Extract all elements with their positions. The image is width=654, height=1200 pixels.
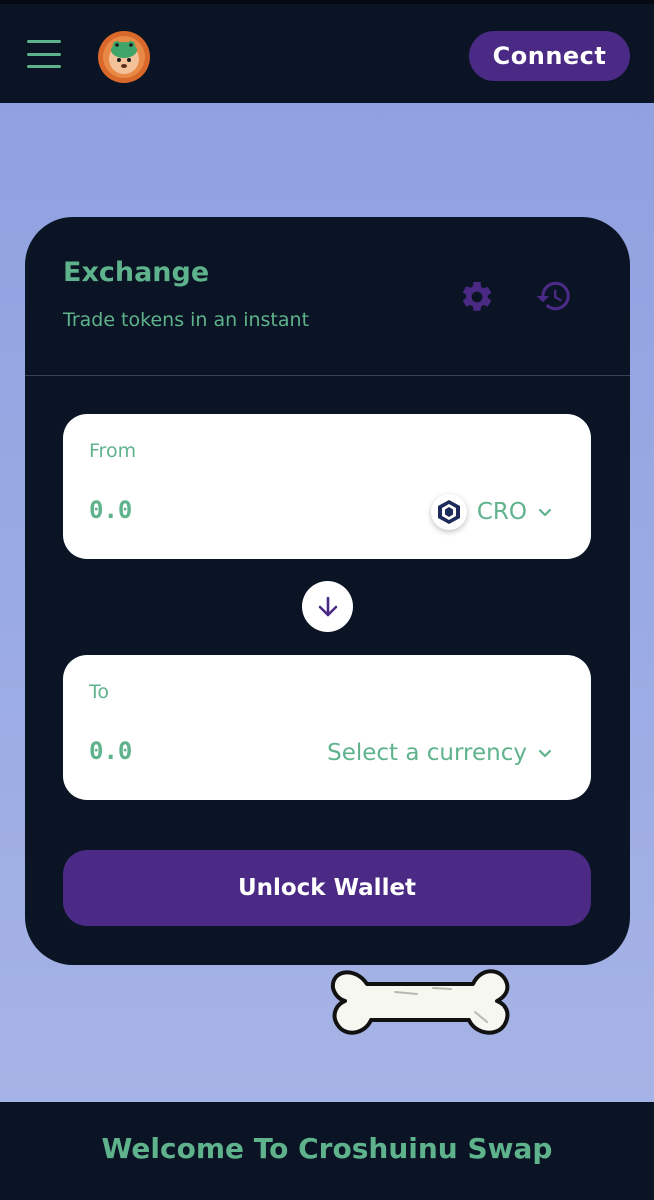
footer: Welcome To Croshuinu Swap xyxy=(0,1102,654,1200)
from-amount-input[interactable] xyxy=(89,496,289,524)
cro-token-icon xyxy=(430,494,467,530)
to-currency-label: Select a currency xyxy=(327,740,527,766)
card-divider xyxy=(25,375,630,376)
to-panel: To Select a currency xyxy=(63,655,591,800)
exchange-title: Exchange xyxy=(63,257,210,288)
to-currency-selector[interactable]: Select a currency xyxy=(327,735,553,771)
chevron-down-icon xyxy=(538,749,552,758)
from-panel: From CRO xyxy=(63,414,591,559)
exchange-card: Exchange Trade tokens in an instant From… xyxy=(25,217,630,965)
history-icon[interactable] xyxy=(535,277,573,315)
swap-direction-button[interactable] xyxy=(302,581,353,632)
unlock-wallet-button[interactable]: Unlock Wallet xyxy=(63,850,591,926)
from-currency-selector[interactable]: CRO xyxy=(430,494,553,530)
bone-icon xyxy=(330,969,510,1035)
top-navbar: Connect xyxy=(0,0,654,103)
gear-icon[interactable] xyxy=(459,279,495,315)
connect-button[interactable]: Connect xyxy=(469,31,630,81)
hamburger-menu-icon[interactable] xyxy=(27,40,61,68)
arrow-down-icon xyxy=(318,596,337,616)
from-label: From xyxy=(89,440,137,462)
exchange-subtitle: Trade tokens in an instant xyxy=(63,309,310,331)
from-currency-label: CRO xyxy=(476,499,527,525)
to-label: To xyxy=(89,681,110,703)
to-amount-input[interactable] xyxy=(89,737,289,765)
logo-icon[interactable] xyxy=(97,30,151,84)
chevron-down-icon xyxy=(538,508,552,517)
footer-welcome-text: Welcome To Croshuinu Swap xyxy=(101,1132,553,1165)
